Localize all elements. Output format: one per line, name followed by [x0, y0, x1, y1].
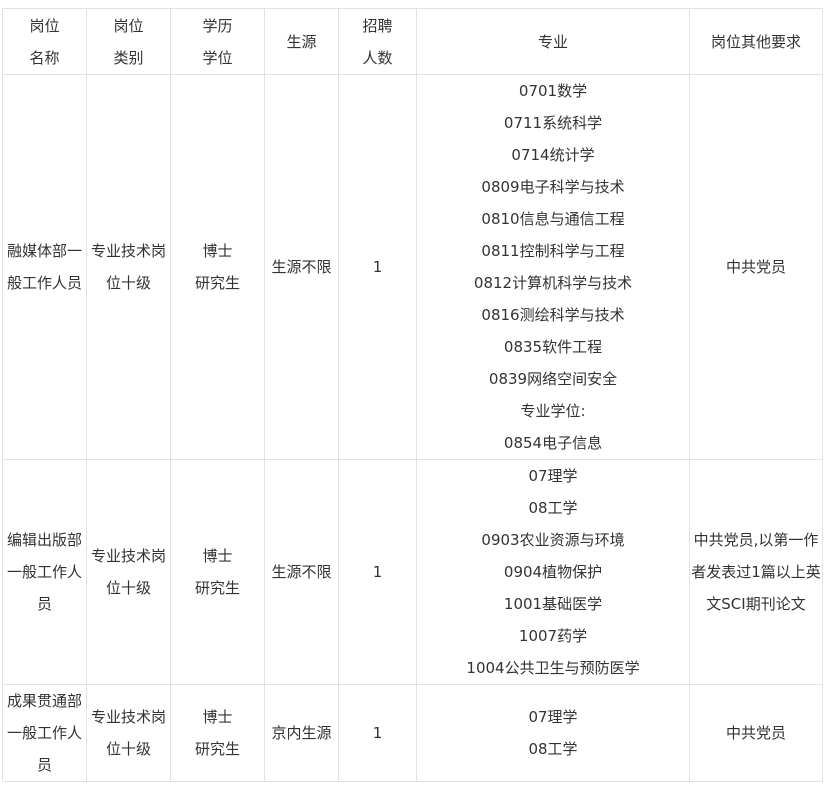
row-3-other-requirements: 中共党员 — [689, 684, 823, 782]
row-1-position-category: 专业技术岗位十级 — [86, 74, 171, 460]
header-other-requirements: 岗位其他要求 — [689, 8, 823, 75]
major-item: 1001基础医学 — [503, 595, 603, 613]
major-item: 08工学 — [528, 740, 578, 758]
row-2-count: 1 — [338, 459, 417, 685]
row-2-degree-line2: 研究生 — [194, 579, 240, 597]
row-1-majors: 0701数学 0711系统科学 0714统计学 0809电子科学与技术 0810… — [416, 74, 690, 460]
major-item: 0711系统科学 — [503, 114, 603, 132]
row-2-degree: 博士 研究生 — [170, 459, 265, 685]
recruitment-table: 岗位 名称 岗位 类别 学历 学位 生源 招聘 人数 专业 岗位其他要求 融媒体… — [2, 8, 823, 782]
header-position-name-line2: 名称 — [29, 48, 60, 67]
header-degree-line1: 学历 — [202, 16, 233, 35]
row-2-degree-line1: 博士 — [202, 547, 233, 565]
major-item: 0903农业资源与环境 — [481, 531, 625, 549]
major-item: 1007药学 — [518, 627, 588, 645]
row-1-degree-line2: 研究生 — [194, 274, 240, 292]
major-item: 0714统计学 — [511, 146, 595, 164]
row-1-degree-line1: 博士 — [202, 242, 233, 260]
row-3-position-category: 专业技术岗位十级 — [86, 684, 171, 782]
row-3-count: 1 — [338, 684, 417, 782]
header-position-category-line1: 岗位 — [113, 16, 144, 35]
row-1-position-name: 融媒体部一般工作人员 — [2, 74, 87, 460]
header-count: 招聘 人数 — [338, 8, 417, 75]
row-1-source: 生源不限 — [264, 74, 339, 460]
table-row: 编辑出版部一般工作人员 专业技术岗位十级 博士 研究生 生源不限 1 07理学 … — [2, 459, 823, 685]
row-3-degree: 博士 研究生 — [170, 684, 265, 782]
header-degree: 学历 学位 — [170, 8, 265, 75]
row-2-position-category: 专业技术岗位十级 — [86, 459, 171, 685]
major-item: 08工学 — [528, 499, 578, 517]
row-3-degree-line2: 研究生 — [194, 740, 240, 758]
row-2-majors: 07理学 08工学 0903农业资源与环境 0904植物保护 1001基础医学 … — [416, 459, 690, 685]
row-3-source: 京内生源 — [264, 684, 339, 782]
major-item: 0904植物保护 — [503, 563, 603, 581]
row-2-other-requirements: 中共党员,以第一作者发表过1篇以上英文SCI期刊论文 — [689, 459, 823, 685]
row-3-degree-line1: 博士 — [202, 708, 233, 726]
major-item: 0811控制科学与工程 — [481, 242, 625, 260]
row-3-position-name: 成果贯通部一般工作人员 — [2, 684, 87, 782]
header-count-line2: 人数 — [362, 48, 393, 67]
major-item: 0854电子信息 — [503, 434, 603, 452]
header-count-line1: 招聘 — [362, 16, 393, 35]
row-2-position-name: 编辑出版部一般工作人员 — [2, 459, 87, 685]
major-item: 0839网络空间安全 — [488, 370, 618, 388]
major-item: 0809电子科学与技术 — [481, 178, 625, 196]
header-major: 专业 — [416, 8, 690, 75]
major-item: 0816测绘科学与技术 — [481, 306, 625, 324]
header-position-category: 岗位 类别 — [86, 8, 171, 75]
row-2-source: 生源不限 — [264, 459, 339, 685]
major-item: 专业学位: — [520, 402, 586, 420]
major-item: 0835软件工程 — [503, 338, 603, 356]
header-position-category-line2: 类别 — [113, 48, 144, 67]
major-item: 07理学 — [528, 708, 578, 726]
header-source: 生源 — [264, 8, 339, 75]
major-item: 0812计算机科学与技术 — [473, 274, 633, 292]
header-degree-line2: 学位 — [202, 48, 233, 67]
major-item: 1004公共卫生与预防医学 — [466, 659, 640, 677]
row-1-other-requirements: 中共党员 — [689, 74, 823, 460]
row-1-degree: 博士 研究生 — [170, 74, 265, 460]
header-position-name-line1: 岗位 — [29, 16, 60, 35]
table-row: 融媒体部一般工作人员 专业技术岗位十级 博士 研究生 生源不限 1 0701数学… — [2, 74, 823, 460]
major-item: 0810信息与通信工程 — [481, 210, 625, 228]
major-item: 07理学 — [528, 467, 578, 485]
header-position-name: 岗位 名称 — [2, 8, 87, 75]
table-header-row: 岗位 名称 岗位 类别 学历 学位 生源 招聘 人数 专业 岗位其他要求 — [2, 8, 823, 75]
row-3-majors: 07理学 08工学 — [416, 684, 690, 782]
row-1-count: 1 — [338, 74, 417, 460]
major-item: 0701数学 — [518, 82, 588, 100]
table-row: 成果贯通部一般工作人员 专业技术岗位十级 博士 研究生 京内生源 1 07理学 … — [2, 684, 823, 782]
